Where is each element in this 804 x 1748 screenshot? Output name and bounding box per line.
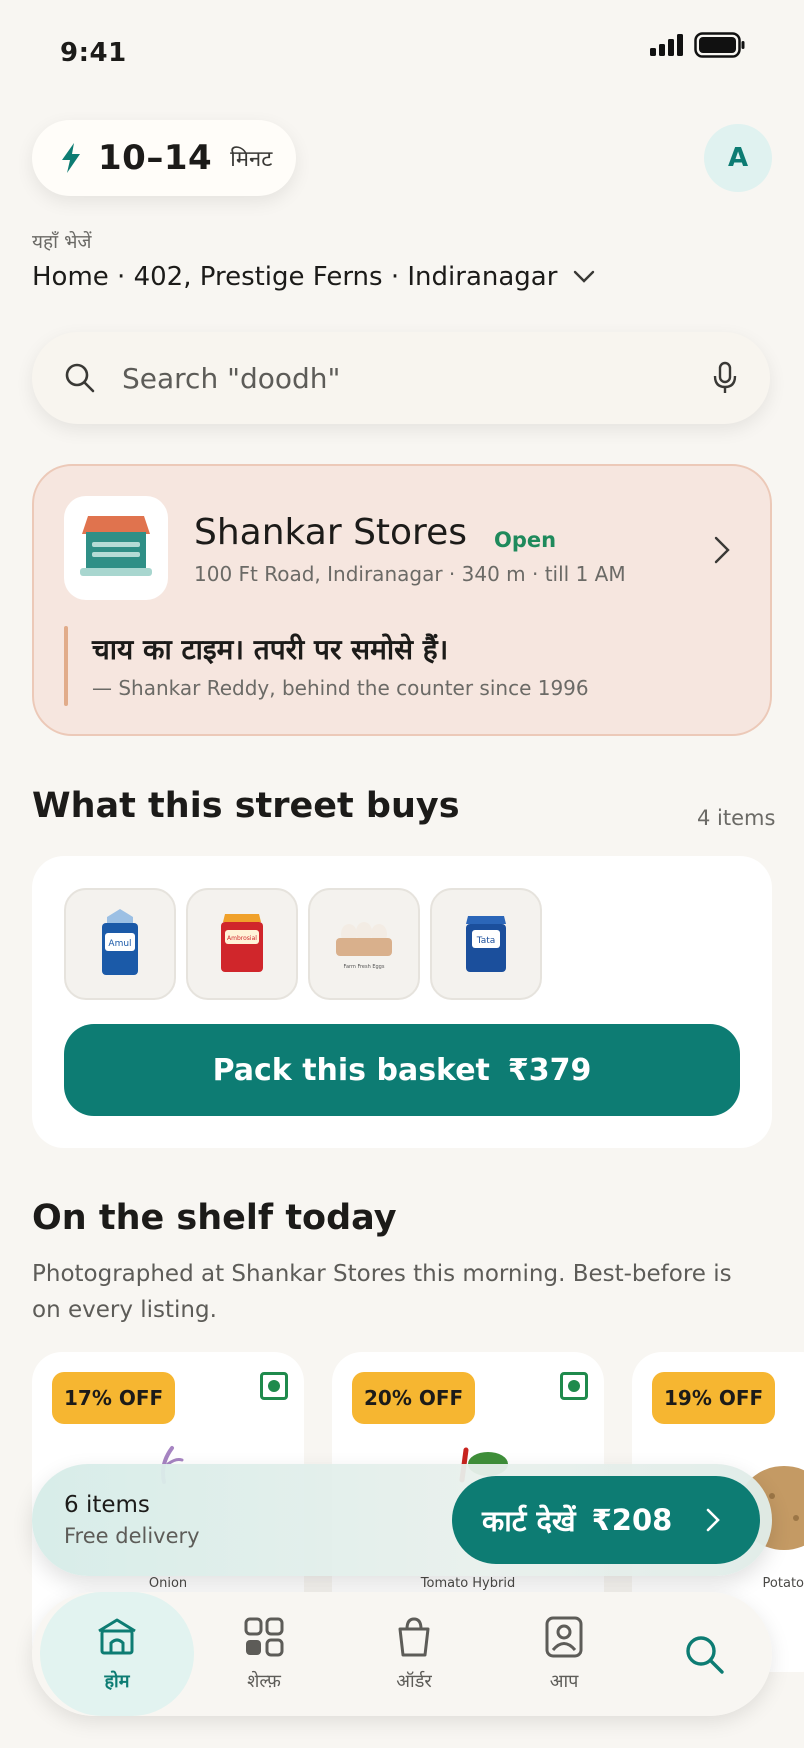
product-name: Onion [148,1576,188,1591]
cart-bar[interactable]: 6 items Free delivery कार्ट देखें ₹208 [32,1464,772,1576]
search-bar[interactable]: Search "doodh" [32,332,770,424]
chevron-down-icon [574,270,595,283]
eggs-tray-icon: Farm Fresh Eggs [336,922,392,970]
veg-icon [560,1372,588,1400]
cart-delivery: Free delivery [64,1524,200,1548]
nav-profile[interactable]: आप [492,1592,636,1716]
basket-item-label: Amul [108,939,131,949]
red-pack-icon: Ambrosial [221,914,263,972]
view-cart-label: कार्ट देखें [482,1503,576,1538]
nav-search[interactable] [632,1592,776,1716]
basket-item[interactable]: Farm Fresh Eggs [308,888,420,1000]
store-logo [64,496,168,600]
store-meta: 100 Ft Road, Indiranagar · 340 m · till … [194,562,626,586]
deliver-label: यहाँ भेजें [32,231,92,253]
section-subtitle-shelf: Photographed at Shankar Stores this morn… [32,1261,732,1323]
pack-basket-label: Pack this basket [212,1052,490,1088]
shop-icon [80,516,152,576]
signal-icon [650,34,683,56]
store-card[interactable]: Shankar Stores Open 100 Ft Road, Indiran… [32,464,772,736]
cart-item-count: 6 items [64,1492,150,1518]
basket-item[interactable]: Tata [430,888,542,1000]
product-name: Tomato Hybrid [420,1576,516,1591]
eta-unit: मिनट [230,147,273,172]
search-icon [65,363,95,393]
bolt-icon [62,143,80,173]
avatar[interactable]: A [704,124,772,192]
section-title-street: What this street buys [32,786,460,826]
profile-icon [545,1616,583,1658]
nav-label: शेल्फ़ [247,1671,281,1692]
chevron-right-icon [714,536,730,564]
discount-badge: 17% OFF [52,1372,176,1424]
eta-pill[interactable]: 10–14 मिनट [32,120,296,196]
mic-icon[interactable] [712,361,738,395]
discount-badge: 20% OFF [352,1372,476,1424]
street-item-count: 4 items [697,806,776,830]
address-selector[interactable]: Home · 402, Prestige Ferns · Indiranagar [32,262,595,292]
veg-icon [260,1372,288,1400]
section-title-shelf: On the shelf today [32,1198,397,1238]
nav-label: ऑर्डर [396,1671,432,1692]
grid-icon [244,1617,284,1657]
home-icon [98,1618,136,1655]
pack-basket-button[interactable]: Pack this basket ₹379 [64,1024,740,1116]
basket-item[interactable]: Ambrosial [186,888,298,1000]
search-input[interactable]: Search "doodh" [122,362,712,395]
nav-label: आप [549,1671,579,1692]
basket-item-label: Tata [476,936,496,946]
basket-item-label: Ambrosial [227,935,257,942]
basket-item-label: Farm Fresh Eggs [344,964,385,970]
milk-pack-icon: Amul [102,909,138,975]
nav-shelf[interactable]: शेल्फ़ [192,1592,336,1716]
product-name: Potato [762,1576,804,1591]
store-quote-author: — Shankar Reddy, behind the counter sinc… [92,676,589,700]
store-status: Open [494,528,557,552]
discount-badge: 19% OFF [652,1372,776,1424]
view-cart-button[interactable]: कार्ट देखें ₹208 [452,1476,760,1564]
view-cart-price: ₹208 [591,1503,673,1537]
nav-home[interactable]: होम [40,1592,194,1716]
nav-orders[interactable]: ऑर्डर [342,1592,486,1716]
bag-icon [398,1617,430,1657]
street-basket-card: Amul Ambrosial Farm Fresh Eggs Tata Pack… [32,856,772,1148]
salt-pack-icon: Tata [466,916,506,972]
bottom-nav: होम शेल्फ़ ऑर्डर आप [32,1592,772,1716]
address-text: Home · 402, Prestige Ferns · Indiranagar [32,262,558,292]
eta-time: 10–14 [98,138,213,178]
battery-icon [694,32,745,58]
status-time: 9:41 [60,38,127,68]
store-name: Shankar Stores [194,512,467,553]
nav-label: होम [104,1671,130,1692]
search-icon [686,1636,724,1674]
quote-bar [64,626,68,706]
store-quote: चाय का टाइम। तपरी पर समोसे हैं। [92,633,449,666]
chevron-right-icon [706,1508,720,1532]
pack-basket-price: ₹379 [507,1052,592,1088]
basket-item[interactable]: Amul [64,888,176,1000]
